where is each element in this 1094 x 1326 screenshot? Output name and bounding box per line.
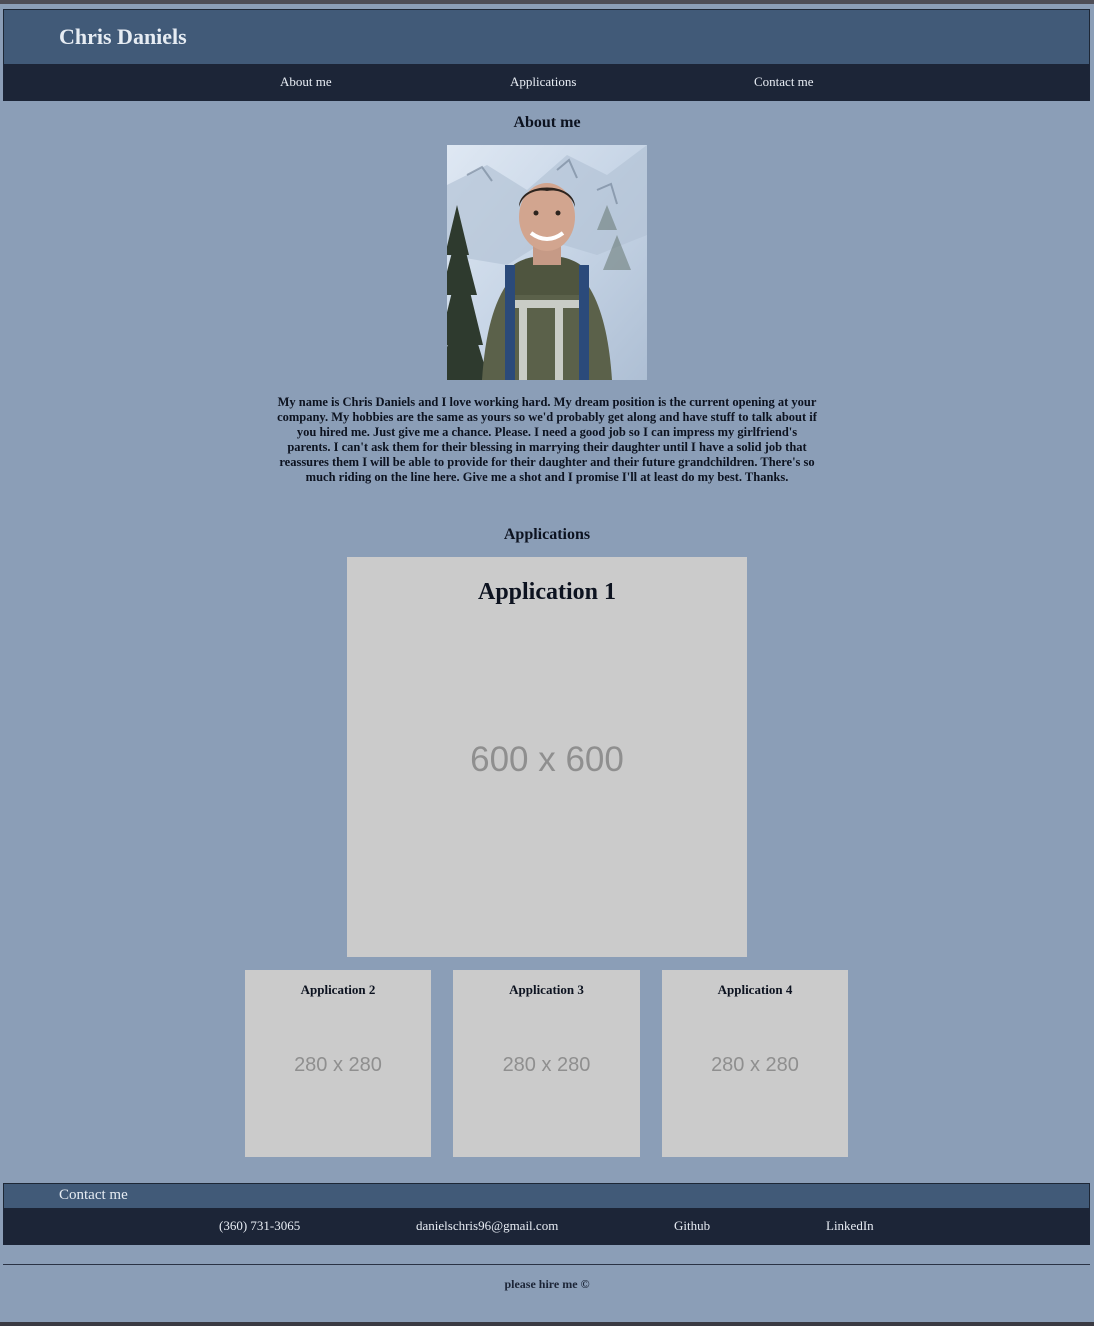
application-card[interactable]: Application 3 280 x 280 bbox=[453, 970, 640, 1157]
nav-link-about[interactable]: About me bbox=[280, 74, 332, 90]
nav-link-applications[interactable]: Applications bbox=[510, 74, 576, 90]
image-placeholder-label: 280 x 280 bbox=[502, 1054, 591, 1076]
footer-note: please hire me © bbox=[504, 1277, 590, 1291]
applications-heading: Applications bbox=[503, 526, 591, 543]
about-bio: My name is Chris Daniels and I love work… bbox=[277, 395, 817, 484]
profile-photo bbox=[447, 145, 647, 380]
contact-heading: Contact me bbox=[59, 1187, 128, 1203]
application-title: Application 4 bbox=[717, 982, 793, 997]
window-bottom-border bbox=[0, 1322, 1094, 1326]
main-nav: About me Applications Contact me bbox=[3, 64, 1090, 101]
linkedin-link[interactable]: LinkedIn bbox=[826, 1218, 874, 1234]
github-link[interactable]: Github bbox=[674, 1218, 710, 1234]
site-header: Chris Daniels bbox=[3, 9, 1090, 66]
site-title: Chris Daniels bbox=[59, 24, 187, 49]
image-placeholder-label: 280 x 280 bbox=[711, 1054, 799, 1076]
application-title: Application 1 bbox=[477, 579, 617, 605]
application-card-featured[interactable]: Application 1 600 x 600 bbox=[347, 557, 747, 957]
nav-link-contact[interactable]: Contact me bbox=[754, 74, 814, 90]
contact-phone[interactable]: (360) 731-3065 bbox=[219, 1218, 300, 1234]
image-placeholder-label: 280 x 280 bbox=[294, 1054, 382, 1076]
contact-links: (360) 731-3065 danielschris96@gmail.com … bbox=[3, 1208, 1090, 1245]
about-heading: About me bbox=[513, 114, 581, 131]
footer-divider bbox=[3, 1264, 1090, 1265]
contact-email-link[interactable]: danielschris96@gmail.com bbox=[416, 1218, 558, 1234]
contact-header: Contact me bbox=[3, 1183, 1090, 1209]
image-placeholder-label: 600 x 600 bbox=[470, 740, 624, 779]
application-card[interactable]: Application 4 280 x 280 bbox=[662, 970, 848, 1157]
application-card[interactable]: Application 2 280 x 280 bbox=[245, 970, 431, 1157]
application-title: Application 2 bbox=[300, 982, 376, 997]
window-top-border bbox=[0, 0, 1094, 4]
application-title: Application 3 bbox=[509, 982, 584, 997]
